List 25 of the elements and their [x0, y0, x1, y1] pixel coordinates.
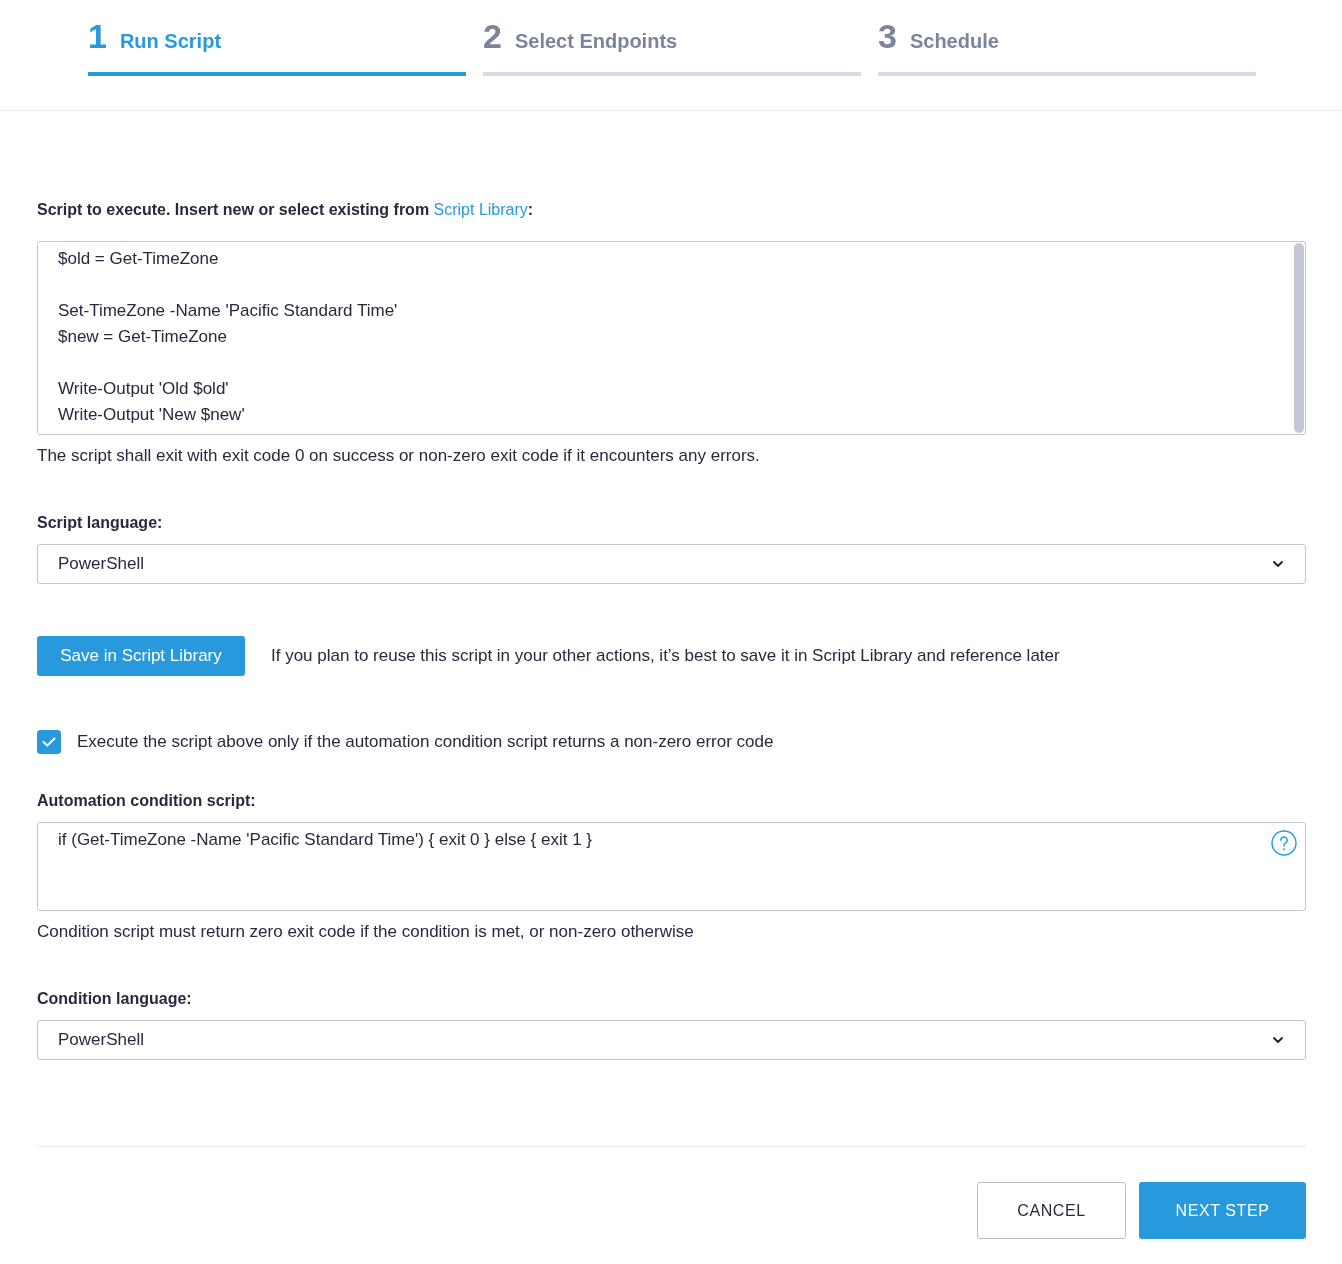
- script-prompt: Script to execute. Insert new or select existing from Script Library:: [37, 200, 535, 220]
- cancel-button[interactable]: CANCEL: [977, 1182, 1126, 1239]
- condition-script-field[interactable]: if (Get-TimeZone -Name 'Pacific Standard Time') { exit 0 } else { exit 1 }: [37, 822, 1306, 911]
- chevron-down-icon: [1273, 1037, 1283, 1043]
- script-language-select[interactable]: PowerShell: [37, 544, 1306, 584]
- script-editor[interactable]: $old = Get-TimeZone Set-TimeZone -Name 'Pacific Standard Time' $new = Get-TimeZone Write-Output 'Old $old' Write-Output 'New $new': [37, 241, 1306, 435]
- next-step-button[interactable]: NEXT STEP: [1139, 1182, 1306, 1239]
- chevron-down-icon: [1273, 561, 1283, 567]
- scrollbar-thumb[interactable]: [1294, 243, 1304, 433]
- step-tab[interactable]: 1 Run Script: [88, 16, 466, 76]
- script-language-label: Script language:: [37, 513, 164, 533]
- help-icon[interactable]: [1271, 830, 1297, 856]
- condition-language-select[interactable]: PowerShell: [37, 1020, 1306, 1060]
- condition-checkbox-label: Execute the script above only if the automation condition script returns a non-zero error code: [77, 731, 774, 752]
- check-icon: [42, 736, 56, 747]
- condition-hint: Condition script must return zero exit code if the condition is met, or non-zero otherwise: [37, 921, 695, 943]
- script-hint: The script shall exit with exit code 0 on success or non-zero exit code if it encounters any errors.: [37, 445, 761, 467]
- condition-language-label: Condition language:: [37, 989, 193, 1009]
- step-tab[interactable]: 3 Schedule: [878, 16, 1256, 76]
- step-tab[interactable]: 2 Select Endpoints: [483, 16, 861, 76]
- save-in-library-button[interactable]: Save in Script Library: [37, 636, 245, 676]
- condition-script-label: Automation condition script:: [37, 791, 257, 811]
- condition-checkbox[interactable]: [37, 729, 61, 754]
- save-note: If you plan to reuse this script in your other actions, it’s best to save it in Script Library and reference later: [271, 646, 1060, 666]
- script-library-link[interactable]: Script Library: [433, 201, 528, 218]
